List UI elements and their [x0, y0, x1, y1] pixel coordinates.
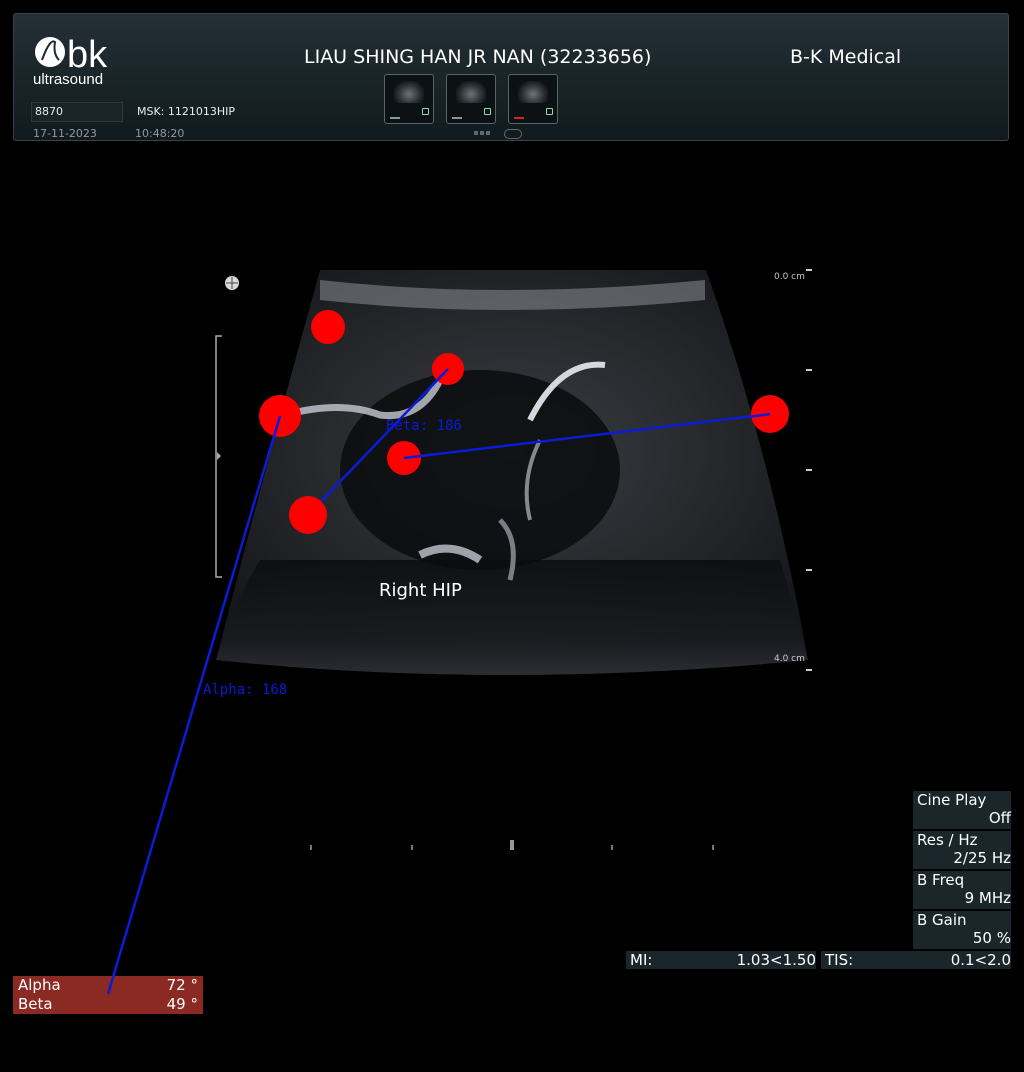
- beta-measure-label: Beta: 186: [386, 418, 462, 434]
- scale-tick: [611, 845, 613, 850]
- param-value: 9 MHz: [964, 889, 1011, 907]
- tis-value: 0.1<2.0: [950, 951, 1011, 969]
- alpha-result-label: Alpha: [18, 976, 61, 994]
- depth-tick: [806, 569, 812, 571]
- region-label: Right HIP: [379, 580, 462, 601]
- depth-tick: [806, 469, 812, 471]
- beta-result-value: 49 °: [166, 995, 198, 1013]
- depth-bottom-label: 4.0 cm: [774, 654, 805, 664]
- tis-label: TIS:: [825, 951, 854, 969]
- param-value: 50 %: [972, 929, 1011, 947]
- b-freq-param[interactable]: B Freq 9 MHz: [913, 871, 1011, 909]
- param-label: B Freq: [917, 871, 965, 889]
- cine-play-param[interactable]: Cine Play Off: [913, 791, 1011, 829]
- depth-tick: [806, 369, 812, 371]
- alpha-result-value: 72 °: [166, 976, 198, 994]
- femoral-head-region: [340, 370, 620, 570]
- mi-label: MI:: [630, 951, 653, 969]
- beta-result-label: Beta: [18, 995, 53, 1013]
- tis-readout: TIS: 0.1<2.0: [821, 951, 1011, 969]
- b-gain-param[interactable]: B Gain 50 %: [913, 911, 1011, 949]
- depth-tick: [806, 669, 812, 671]
- scale-center-tick: [510, 840, 514, 850]
- mi-readout: MI: 1.03<1.50: [626, 951, 816, 969]
- measurement-marker[interactable]: [311, 310, 345, 344]
- beta-result-row: Beta 49 °: [18, 995, 198, 1014]
- focus-marker-icon: [217, 452, 221, 460]
- param-value: Off: [988, 809, 1011, 827]
- res-hz-param[interactable]: Res / Hz 2/25 Hz: [913, 831, 1011, 869]
- scale-tick: [411, 845, 413, 850]
- scale-tick: [310, 845, 312, 850]
- param-label: B Gain: [917, 911, 967, 929]
- ultrasound-image: [106, 269, 812, 995]
- scale-tick: [712, 845, 714, 850]
- mi-value: 1.03<1.50: [736, 951, 816, 969]
- alpha-line: [106, 415, 282, 995]
- alpha-result-row: Alpha 72 °: [18, 976, 198, 995]
- param-label: Res / Hz: [917, 831, 978, 849]
- angle-results-box: Alpha 72 ° Beta 49 °: [13, 976, 203, 1014]
- param-label: Cine Play: [917, 791, 987, 809]
- depth-top-label: 0.0 cm: [774, 272, 805, 282]
- param-value: 2/25 Hz: [953, 849, 1011, 867]
- alpha-measure-label: Alpha: 168: [203, 682, 288, 698]
- measurement-marker[interactable]: [289, 496, 327, 534]
- depth-tick: [806, 269, 812, 271]
